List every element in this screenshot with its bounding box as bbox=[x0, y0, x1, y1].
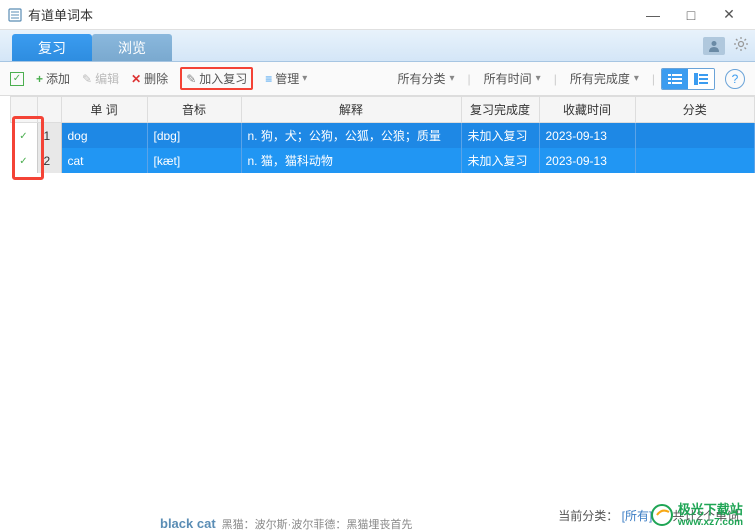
tab-review[interactable]: 复习 bbox=[12, 34, 92, 61]
row-number: 1 bbox=[37, 123, 61, 149]
cell-definition: n. 狗，犬；公狗，公狐，公狼；质量 bbox=[241, 123, 461, 149]
x-icon: ✕ bbox=[131, 72, 141, 86]
add-button[interactable]: +添加 bbox=[36, 70, 70, 87]
pen-icon: ✎ bbox=[186, 72, 196, 86]
add-label: 添加 bbox=[46, 70, 70, 87]
col-review-status[interactable]: 复习完成度 bbox=[461, 97, 539, 123]
filter-category-label: 所有分类 bbox=[397, 70, 445, 87]
app-icon bbox=[8, 8, 22, 22]
edit-button[interactable]: ✎编辑 bbox=[82, 70, 119, 87]
cell-review-status: 未加入复习 bbox=[461, 148, 539, 173]
pencil-icon: ✎ bbox=[82, 72, 92, 86]
col-number bbox=[37, 97, 61, 123]
cell-word: dog bbox=[61, 123, 147, 149]
separator: | bbox=[554, 72, 557, 86]
cell-review-status: 未加入复习 bbox=[461, 123, 539, 149]
cell-phonetic: [kæt] bbox=[147, 148, 241, 173]
select-all-checkbox[interactable]: ✓ bbox=[10, 72, 24, 86]
bottom-word: black cat bbox=[160, 516, 216, 531]
user-icon[interactable] bbox=[703, 37, 725, 55]
maximize-button[interactable]: □ bbox=[681, 5, 701, 25]
edit-label: 编辑 bbox=[95, 70, 119, 87]
tab-review-label: 复习 bbox=[38, 38, 66, 58]
chevron-down-icon: ▾ bbox=[536, 73, 541, 84]
row-checkbox[interactable]: ✓ bbox=[17, 154, 31, 168]
add-review-label: 加入复习 bbox=[199, 70, 247, 87]
table-row[interactable]: ✓ 2 cat [kæt] n. 猫，猫科动物 未加入复习 2023-09-13 bbox=[11, 148, 755, 173]
help-button[interactable]: ? bbox=[725, 69, 745, 89]
view-toggle bbox=[661, 68, 715, 90]
delete-label: 删除 bbox=[144, 70, 168, 87]
tab-browse[interactable]: 浏览 bbox=[92, 34, 172, 61]
lines-icon: ≡ bbox=[265, 72, 272, 86]
col-phonetic[interactable]: 音标 bbox=[147, 97, 241, 123]
row-checkbox[interactable]: ✓ bbox=[17, 129, 31, 143]
add-review-highlight: ✎加入复习 bbox=[180, 67, 253, 90]
table-area: 单 词 音标 解释 复习完成度 收藏时间 分类 ✓ 1 dog [dɒɡ] n.… bbox=[0, 96, 755, 510]
cell-category bbox=[635, 148, 755, 173]
row-checkbox-cell: ✓ bbox=[11, 148, 38, 173]
table-header-row: 单 词 音标 解释 复习完成度 收藏时间 分类 bbox=[11, 97, 755, 123]
delete-button[interactable]: ✕删除 bbox=[131, 70, 168, 87]
cell-collect-time: 2023-09-13 bbox=[539, 123, 635, 149]
cell-definition: n. 猫，猫科动物 bbox=[241, 148, 461, 173]
row-checkbox-cell: ✓ bbox=[11, 123, 38, 149]
filter-completion[interactable]: 所有完成度 ▾ bbox=[563, 67, 646, 90]
col-check bbox=[11, 97, 38, 123]
window-title: 有道单词本 bbox=[28, 5, 643, 24]
filter-time-label: 所有时间 bbox=[484, 70, 532, 87]
cell-phonetic: [dɒɡ] bbox=[147, 123, 241, 149]
status-count: 共计2个单词 bbox=[672, 507, 739, 524]
toolbar: ✓ +添加 ✎编辑 ✕删除 ✎加入复习 ≡管理▾ 所有分类▾ | 所有时间▾ |… bbox=[0, 62, 755, 96]
cell-word: cat bbox=[61, 148, 147, 173]
manage-button[interactable]: ≡管理▾ bbox=[265, 70, 307, 87]
statusbar: 当前分类： [所有] 共计2个单词 bbox=[558, 507, 739, 524]
minimize-button[interactable]: — bbox=[643, 5, 663, 25]
add-review-button[interactable]: ✎加入复习 bbox=[186, 70, 247, 87]
col-definition[interactable]: 解释 bbox=[241, 97, 461, 123]
separator: | bbox=[468, 72, 471, 86]
titlebar: 有道单词本 — □ ✕ bbox=[0, 0, 755, 30]
filter-time[interactable]: 所有时间 ▾ bbox=[477, 67, 548, 90]
close-button[interactable]: ✕ bbox=[719, 5, 739, 25]
filter-category[interactable]: 所有分类 ▾ bbox=[390, 67, 461, 90]
manage-label: 管理 bbox=[275, 70, 299, 87]
col-category[interactable]: 分类 bbox=[635, 97, 755, 123]
filter-completion-label: 所有完成度 bbox=[570, 70, 630, 87]
cell-category bbox=[635, 123, 755, 149]
row-number: 2 bbox=[37, 148, 61, 173]
status-category-value: [所有] bbox=[622, 509, 653, 523]
tabbar: 复习 浏览 bbox=[0, 30, 755, 62]
col-collect-time[interactable]: 收藏时间 bbox=[539, 97, 635, 123]
status-category: 当前分类： [所有] bbox=[558, 507, 652, 524]
window-controls: — □ ✕ bbox=[643, 5, 739, 25]
table-row[interactable]: ✓ 1 dog [dɒɡ] n. 狗，犬；公狗，公狐，公狼；质量 未加入复习 2… bbox=[11, 123, 755, 149]
status-category-label: 当前分类： bbox=[558, 509, 618, 523]
plus-icon: + bbox=[36, 72, 43, 86]
view-list-button[interactable] bbox=[662, 69, 688, 89]
chevron-down-icon: ▾ bbox=[302, 73, 307, 84]
chevron-down-icon: ▾ bbox=[450, 73, 455, 84]
view-card-button[interactable] bbox=[688, 69, 714, 89]
gear-icon[interactable] bbox=[733, 36, 749, 55]
separator: | bbox=[652, 72, 655, 86]
col-word[interactable]: 单 词 bbox=[61, 97, 147, 123]
tab-browse-label: 浏览 bbox=[118, 38, 146, 58]
word-table: 单 词 音标 解释 复习完成度 收藏时间 分类 ✓ 1 dog [dɒɡ] n.… bbox=[10, 96, 755, 173]
cell-collect-time: 2023-09-13 bbox=[539, 148, 635, 173]
chevron-down-icon: ▾ bbox=[634, 73, 639, 84]
